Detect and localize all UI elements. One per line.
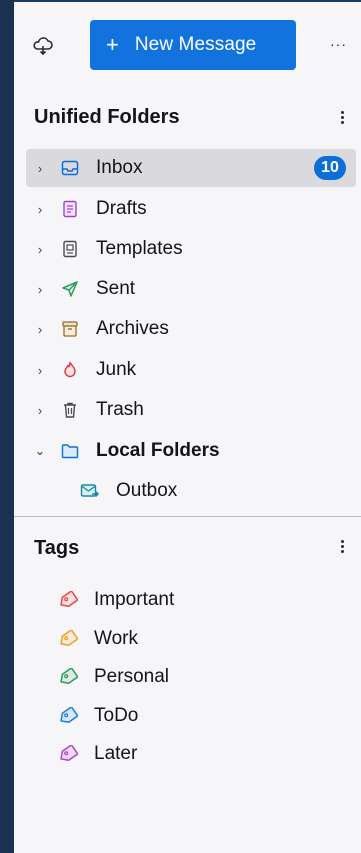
unified-folders-menu-icon[interactable] — [334, 109, 350, 127]
folder-name: Templates — [96, 238, 183, 259]
new-message-button[interactable]: + New Message — [90, 20, 296, 70]
folder-row-drafts[interactable]: › Drafts — [26, 190, 356, 228]
tag-row-later[interactable]: Later — [58, 738, 137, 770]
chevron-down-icon[interactable]: ⌄ — [28, 443, 52, 459]
window-frame-left — [0, 0, 14, 853]
tag-icon — [58, 629, 80, 649]
tag-icon — [58, 590, 80, 610]
tag-row-personal[interactable]: Personal — [58, 661, 169, 693]
folder-row-local-folders[interactable]: ⌄ Local Folders — [26, 432, 356, 470]
chevron-right-icon[interactable]: › — [28, 282, 52, 297]
unified-folders-title: Unified Folders — [34, 106, 180, 128]
junk-icon — [58, 360, 82, 380]
tag-name: Work — [94, 627, 138, 649]
templates-icon — [58, 239, 82, 259]
sent-icon — [58, 279, 82, 299]
chevron-right-icon[interactable]: › — [28, 403, 52, 418]
folder-name: Archives — [96, 318, 169, 339]
cloud-sync-icon[interactable] — [32, 36, 54, 56]
trash-icon — [58, 400, 82, 420]
outbox-icon — [78, 481, 102, 501]
unread-count-badge: 10 — [314, 156, 346, 180]
inbox-icon — [58, 158, 82, 178]
tag-name: ToDo — [94, 704, 139, 726]
tag-icon — [58, 706, 80, 726]
folder-row-trash[interactable]: › Trash — [26, 391, 356, 429]
chevron-right-icon[interactable]: › — [28, 202, 52, 217]
folder-name: Trash — [96, 399, 144, 420]
folder-name: Drafts — [96, 198, 147, 219]
folder-row-inbox[interactable]: › Inbox 10 — [26, 149, 356, 187]
tag-name: Important — [94, 589, 175, 610]
folder-pane: + New Message ··· Unified Folders › Inbox… — [14, 0, 361, 853]
chevron-right-icon[interactable]: › — [28, 161, 52, 176]
folder-row-templates[interactable]: › Templates — [26, 230, 356, 268]
tag-row-work[interactable]: Work — [58, 623, 138, 655]
chevron-right-icon[interactable]: › — [28, 363, 52, 378]
tag-name: Later — [94, 743, 138, 764]
tags-title: Tags — [34, 537, 80, 559]
section-divider — [14, 516, 361, 517]
drafts-icon — [58, 199, 82, 219]
folder-row-sent[interactable]: › Sent — [26, 270, 356, 308]
tag-name: Personal — [94, 666, 169, 687]
tag-row-important[interactable]: Important — [58, 584, 174, 616]
folder-name: Inbox — [96, 157, 143, 178]
folder-row-archives[interactable]: › Archives — [26, 310, 356, 348]
tag-icon — [58, 667, 80, 687]
plus-icon: + — [106, 32, 119, 57]
tags-menu-icon[interactable] — [334, 538, 350, 556]
chevron-right-icon[interactable]: › — [28, 242, 52, 257]
folder-icon — [58, 441, 82, 461]
tag-row-todo[interactable]: ToDo — [58, 700, 138, 732]
more-options-icon[interactable]: ··· — [330, 36, 350, 52]
folder-name: Local Folders — [96, 440, 220, 461]
folder-name: Junk — [96, 359, 137, 380]
folder-pane-toolbar: + New Message ··· — [14, 2, 361, 92]
folder-name: Outbox — [116, 480, 178, 501]
folder-row-outbox[interactable]: Outbox — [26, 472, 356, 510]
chevron-right-icon[interactable]: › — [28, 322, 52, 337]
folder-name: Sent — [96, 278, 136, 299]
folder-row-junk[interactable]: › Junk — [26, 351, 356, 389]
tag-icon — [58, 744, 80, 764]
archives-icon — [58, 319, 82, 339]
new-message-label: New Message — [134, 34, 257, 55]
